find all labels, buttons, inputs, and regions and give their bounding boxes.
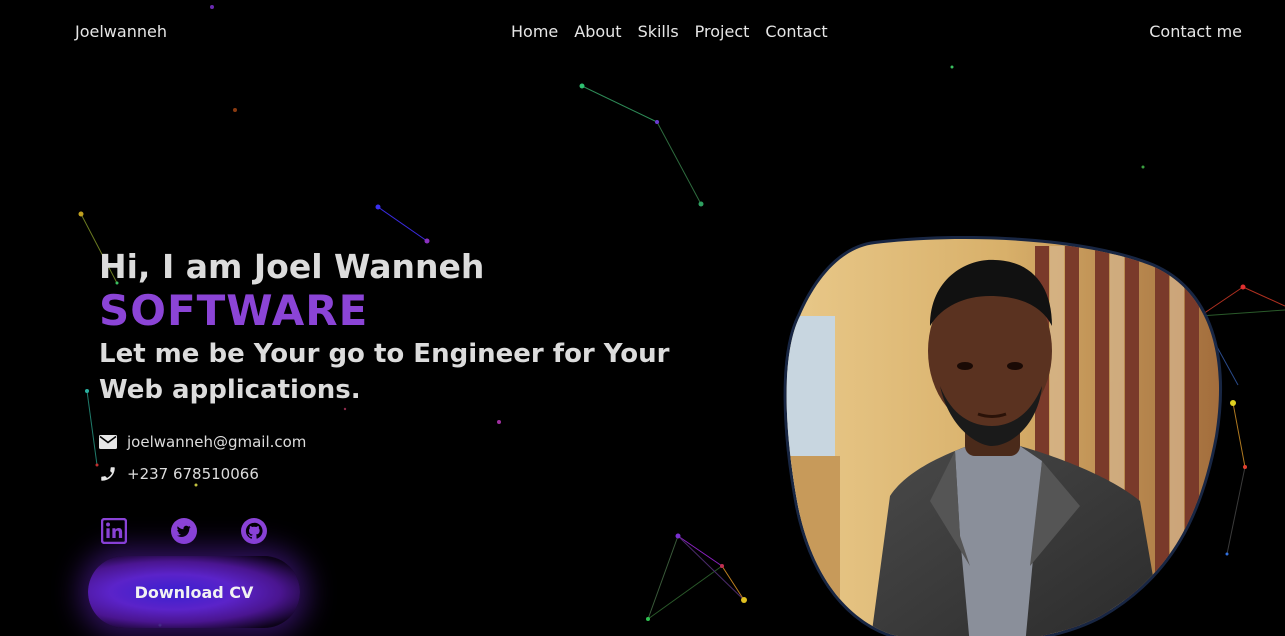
mail-icon <box>99 435 117 449</box>
hero-role: SOFTWARE <box>99 286 369 335</box>
nav-home[interactable]: Home <box>511 22 558 41</box>
download-cv-button[interactable]: Download CV <box>88 556 300 628</box>
email-row: joelwanneh@gmail.com <box>99 426 759 458</box>
brand-logo[interactable]: Joelwanneh <box>75 22 167 41</box>
nav-contact[interactable]: Contact <box>765 22 827 41</box>
phone-text[interactable]: +237 678510066 <box>127 465 259 483</box>
main-nav: Home About Skills Project Contact <box>511 22 828 41</box>
page: Joelwanneh Home About Skills Project Con… <box>0 0 1285 636</box>
github-icon[interactable] <box>241 518 267 544</box>
profile-photo <box>783 236 1223 636</box>
contact-info: joelwanneh@gmail.com +237 678510066 <box>99 426 759 490</box>
phone-row: +237 678510066 <box>99 458 759 490</box>
hero-greeting: Hi, I am Joel Wanneh <box>99 247 485 286</box>
contact-me-link[interactable]: Contact me <box>1149 22 1242 41</box>
social-links <box>101 518 759 544</box>
email-text[interactable]: joelwanneh@gmail.com <box>127 433 306 451</box>
hero-section: Hi, I am Joel Wanneh SOFTWARE Let me be … <box>99 248 759 544</box>
twitter-icon[interactable] <box>171 518 197 544</box>
nav-skills[interactable]: Skills <box>638 22 679 41</box>
hero-tagline: Let me be Your go to Engineer for Your W… <box>99 339 670 405</box>
linkedin-icon[interactable] <box>101 518 127 544</box>
nav-project[interactable]: Project <box>695 22 750 41</box>
phone-icon <box>101 467 115 481</box>
nav-about[interactable]: About <box>574 22 621 41</box>
